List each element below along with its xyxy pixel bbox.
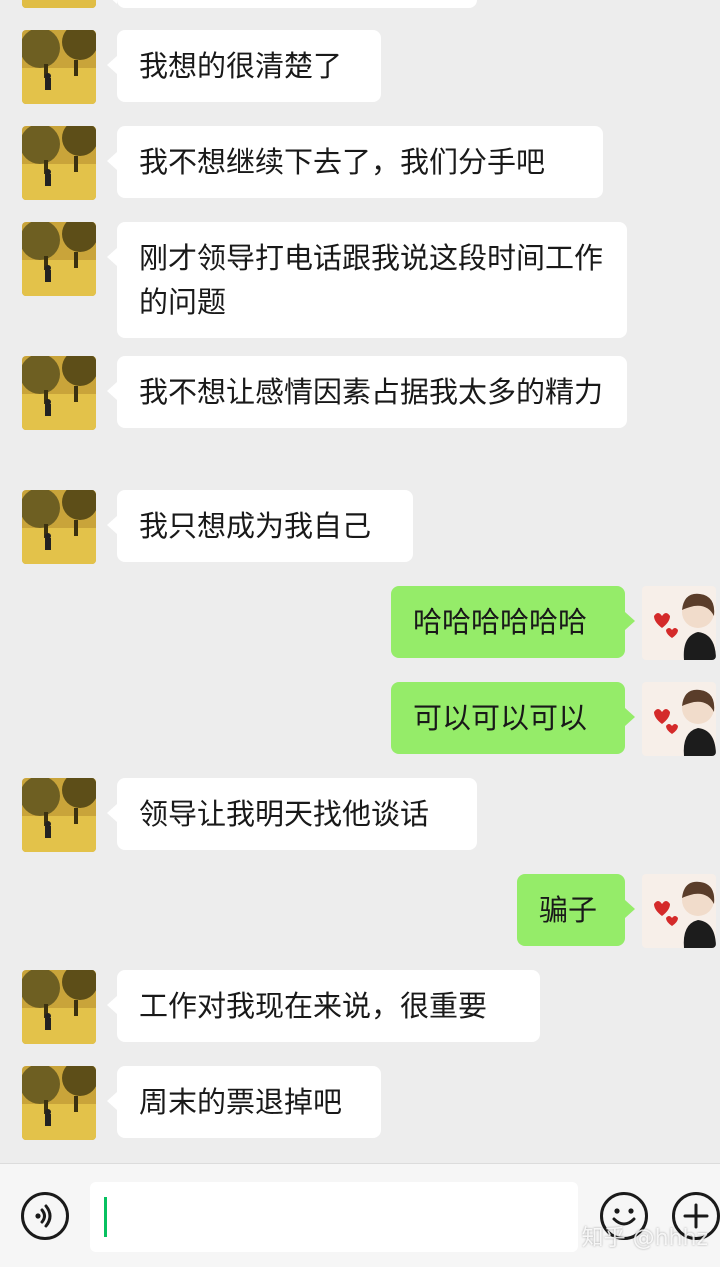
message-bubble-outgoing[interactable]: 骗子 <box>517 874 635 946</box>
message-bubble-incoming[interactable]: 我想的很清楚了 <box>107 30 381 102</box>
message-bubble-incoming[interactable]: 领导让我明天找他谈话 <box>107 778 477 850</box>
partner-avatar[interactable] <box>22 490 96 564</box>
partner-avatar[interactable] <box>22 0 96 8</box>
message-bubble-outgoing[interactable]: 哈哈哈哈哈哈 <box>391 586 635 658</box>
chat-input-bar: 知乎 @hhhz <box>0 1163 720 1267</box>
partner-avatar[interactable] <box>22 356 96 430</box>
partial-message-bubble <box>107 0 477 8</box>
message-bubble-incoming[interactable]: 周末的票退掉吧 <box>107 1066 381 1138</box>
watermark: 知乎 @hhhz <box>581 1226 708 1251</box>
my-avatar[interactable] <box>642 874 716 948</box>
partner-avatar[interactable] <box>22 970 96 1044</box>
partner-avatar[interactable] <box>22 126 96 200</box>
partner-avatar[interactable] <box>22 222 96 296</box>
message-bubble-incoming[interactable]: 工作对我现在来说，很重要 <box>107 970 540 1042</box>
voice-icon[interactable] <box>21 1192 69 1240</box>
message-bubble-incoming[interactable]: 我只想成为我自己 <box>107 490 413 562</box>
chat-message-list[interactable]: 我想的很清楚了 我不想继续下去了，我们分手吧 刚才领导打电话跟我说这段时间工作的… <box>0 0 720 1163</box>
message-bubble-incoming[interactable]: 我不想继续下去了，我们分手吧 <box>107 126 603 198</box>
my-avatar[interactable] <box>642 682 716 756</box>
message-bubble-outgoing[interactable]: 可以可以可以 <box>391 682 635 754</box>
message-bubble-incoming[interactable]: 刚才领导打电话跟我说这段时间工作的问题 <box>107 222 627 338</box>
partner-avatar[interactable] <box>22 30 96 104</box>
partner-avatar[interactable] <box>22 1066 96 1140</box>
message-bubble-incoming[interactable]: 我不想让感情因素占据我太多的精力 <box>107 356 627 428</box>
message-input[interactable] <box>90 1182 578 1252</box>
partner-avatar[interactable] <box>22 778 96 852</box>
text-cursor <box>104 1197 107 1237</box>
my-avatar[interactable] <box>642 586 716 660</box>
